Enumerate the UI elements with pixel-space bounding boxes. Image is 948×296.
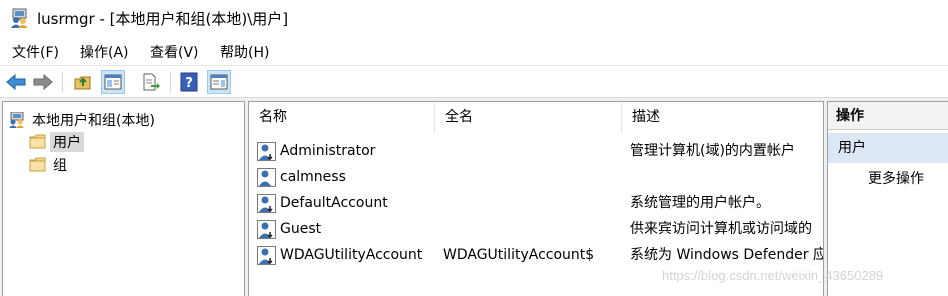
show-hide-action-pane-icon	[210, 74, 228, 90]
user-fullname	[443, 164, 622, 190]
export-list-button[interactable]	[139, 70, 163, 94]
toolbar-separator	[170, 71, 171, 93]
menu-help[interactable]: 帮助(H)	[218, 41, 271, 63]
svg-text:?: ?	[185, 76, 193, 91]
folder-icon	[29, 134, 46, 149]
back-arrow-icon	[6, 74, 26, 90]
forward-button[interactable]	[31, 70, 55, 94]
toolbar: ?	[0, 66, 948, 98]
user-name: DefaultAccount	[280, 195, 388, 211]
up-one-level-button[interactable]	[71, 70, 95, 94]
folder-icon	[29, 157, 46, 172]
console-tree: 本地用户和组(本地) 用户 组	[2, 101, 245, 296]
users-computer-icon	[11, 8, 28, 28]
menu-view[interactable]: 查看(V)	[148, 41, 201, 63]
user-fullname	[443, 190, 622, 216]
table-row[interactable]: DefaultAccount 系统管理的用户帐户。	[249, 190, 823, 216]
user-disabled-icon	[257, 194, 276, 213]
users-computer-icon	[9, 112, 24, 128]
console-body: 本地用户和组(本地) 用户 组 名称 全名 描述 Administrator 管…	[0, 98, 948, 296]
user-description: 系统为 Windows Defender 应	[630, 247, 824, 263]
show-hide-console-tree-icon	[104, 74, 122, 90]
export-list-icon	[143, 73, 160, 91]
table-row[interactable]: WDAGUtilityAccount WDAGUtilityAccount$ 系…	[249, 242, 824, 268]
back-button[interactable]	[4, 70, 28, 94]
user-fullname: WDAGUtilityAccount$	[443, 247, 595, 263]
tree-item-label: 组	[53, 158, 67, 174]
action-pane: 操作 用户 更多操作	[827, 101, 948, 296]
user-icon	[257, 168, 276, 187]
watermark: https://blog.csdn.net/weixin_43650289	[662, 268, 884, 283]
user-icon	[257, 142, 276, 161]
tree-item-label: 用户	[50, 132, 84, 152]
user-description: 供来宾访问计算机或访问域的	[630, 221, 812, 237]
table-row[interactable]: Administrator 管理计算机(域)的内置帐户	[249, 138, 823, 164]
result-list: 名称 全名 描述 Administrator 管理计算机(域)的内置帐户 cal…	[248, 101, 824, 296]
forward-arrow-icon	[33, 74, 53, 90]
table-row[interactable]: Guest 供来宾访问计算机或访问域的	[249, 216, 823, 242]
table-row[interactable]: calmness	[249, 164, 823, 190]
action-pane-header: 操作	[828, 102, 948, 130]
help-button[interactable]: ?	[177, 70, 201, 94]
more-actions-link[interactable]: 更多操作	[868, 168, 924, 188]
user-name: calmness	[280, 169, 346, 185]
up-folder-icon	[74, 76, 91, 90]
tree-item-users[interactable]: 用户	[29, 132, 84, 152]
user-name: Guest	[280, 221, 322, 237]
user-fullname	[443, 216, 622, 242]
user-disabled-icon	[257, 246, 276, 265]
tree-root-local-users-and-groups[interactable]: 本地用户和组(本地)	[8, 110, 158, 130]
tree-root-label: 本地用户和组(本地)	[32, 113, 155, 129]
help-icon: ?	[180, 72, 198, 92]
menu-bar: 文件(F) 操作(A) 查看(V) 帮助(H)	[0, 36, 948, 66]
user-fullname	[443, 138, 622, 164]
user-description	[630, 164, 823, 190]
tree-item-groups[interactable]: 组	[29, 155, 70, 175]
column-header-name[interactable]: 名称	[249, 102, 435, 132]
user-name: WDAGUtilityAccount	[280, 247, 423, 263]
user-description: 管理计算机(域)的内置帐户	[630, 143, 795, 159]
window-title: lusrmgr - [本地用户和组(本地)\用户]	[37, 10, 289, 28]
column-header-fullname[interactable]: 全名	[435, 102, 622, 132]
title-bar: lusrmgr - [本地用户和组(本地)\用户]	[0, 0, 948, 36]
action-section-users[interactable]: 用户	[828, 133, 948, 163]
user-disabled-icon	[257, 220, 276, 239]
user-description: 系统管理的用户帐户。	[630, 195, 770, 211]
user-name: Administrator	[280, 143, 376, 159]
show-hide-action-pane-button[interactable]	[207, 70, 231, 94]
menu-file[interactable]: 文件(F)	[10, 41, 61, 63]
show-hide-console-tree-button[interactable]	[101, 70, 125, 94]
column-header-description[interactable]: 描述	[622, 102, 823, 132]
toolbar-separator	[62, 71, 63, 93]
menu-action[interactable]: 操作(A)	[78, 41, 131, 63]
